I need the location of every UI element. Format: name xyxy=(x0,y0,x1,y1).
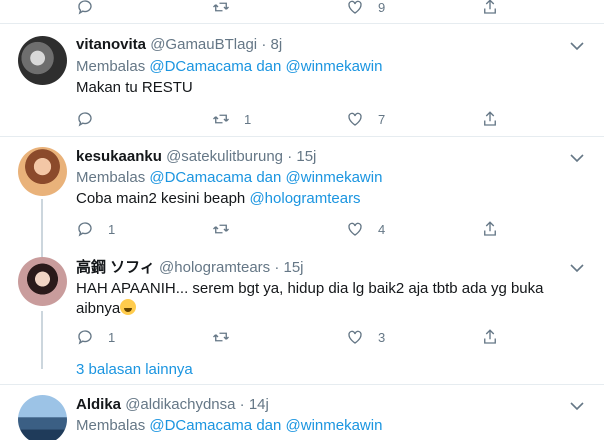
timestamp[interactable]: 8j xyxy=(270,36,282,53)
timestamp[interactable]: 15j xyxy=(284,259,304,276)
heart-icon xyxy=(348,0,362,14)
share-button[interactable] xyxy=(481,0,499,18)
share-icon xyxy=(484,329,496,344)
tweet-actions: 1 4 xyxy=(76,218,516,242)
tweet-header: vitanovita @GamauBTlagi · 8j xyxy=(76,35,282,55)
reply-and: dan xyxy=(256,58,282,75)
avatar[interactable] xyxy=(18,36,67,85)
reply-count: 1 xyxy=(108,221,116,237)
reply-icon xyxy=(78,0,92,15)
reply-button[interactable]: 1 xyxy=(76,218,115,240)
tweet-text: Makan tu RESTU xyxy=(76,79,193,96)
reply-and: dan xyxy=(256,417,282,434)
reply-icon xyxy=(78,330,92,345)
like-count: 9 xyxy=(378,0,386,15)
tweet-header: kesukaanku @satekulitburung · 15j xyxy=(76,147,316,167)
user-name[interactable]: kesukaanku xyxy=(76,148,162,165)
user-name[interactable]: Aldika xyxy=(76,396,121,413)
avatar[interactable] xyxy=(18,395,67,440)
tweet-text: Coba main2 kesini beaph @hologramtears xyxy=(76,189,566,209)
retweet-button[interactable]: 1 xyxy=(212,108,251,130)
avatar[interactable] xyxy=(18,147,67,196)
retweet-icon xyxy=(213,224,229,234)
separator-dot: · xyxy=(274,259,280,276)
reply-and: dan xyxy=(256,169,282,186)
retweet-button[interactable] xyxy=(212,0,230,18)
reply-button[interactable] xyxy=(76,0,94,18)
like-count: 7 xyxy=(378,111,386,127)
tweet-header: Aldika @aldikachydnsa · 14j xyxy=(76,395,269,415)
timestamp[interactable]: 14j xyxy=(249,396,269,413)
share-icon xyxy=(484,0,496,14)
mention-link[interactable]: @winmekawin xyxy=(286,417,383,434)
replying-to: Membalas @DCamacama dan @winmekawin xyxy=(76,57,382,77)
user-name[interactable]: 高鋼 ソフィ xyxy=(76,259,155,276)
user-handle[interactable]: @aldikachydnsa xyxy=(125,396,235,413)
heart-icon xyxy=(348,330,362,344)
chevron-down-icon[interactable] xyxy=(570,401,584,411)
share-button[interactable] xyxy=(481,218,499,240)
tweet-actions: 1 7 xyxy=(76,108,516,132)
tweet-header: 高鋼 ソフィ @hologramtears · 15j xyxy=(76,258,304,278)
reply-button[interactable] xyxy=(76,108,108,130)
like-button[interactable]: 3 xyxy=(346,326,385,348)
retweet-button[interactable] xyxy=(212,218,244,240)
crying-face-emoji xyxy=(120,299,137,315)
heart-icon xyxy=(348,112,362,126)
user-handle[interactable]: @GamauBTlagi xyxy=(150,36,257,53)
show-more-replies-link[interactable]: 3 balasan lainnya xyxy=(76,361,193,378)
like-count: 4 xyxy=(378,221,386,237)
replying-to: Membalas @DCamacama dan @winmekawin xyxy=(76,168,382,188)
like-button[interactable]: 9 xyxy=(346,0,385,18)
mention-link[interactable]: @DCamacama xyxy=(149,58,252,75)
tweet-text: HAH APAANIH... serem bgt ya, hidup dia l… xyxy=(76,279,562,319)
user-name[interactable]: vitanovita xyxy=(76,36,146,53)
like-count: 3 xyxy=(378,329,386,345)
replying-to-label: Membalas xyxy=(76,169,146,186)
replying-to-label: Membalas xyxy=(76,417,146,434)
reply-icon xyxy=(78,112,92,127)
user-handle[interactable]: @satekulitburung xyxy=(166,148,283,165)
tweet[interactable]: kesukaanku @satekulitburung · 15j Membal… xyxy=(0,137,604,257)
tweet-text-body: Coba main2 kesini beaph xyxy=(76,190,246,207)
tweet-actions: 1 3 xyxy=(76,326,516,350)
retweet-button[interactable] xyxy=(212,326,244,348)
retweet-icon xyxy=(213,2,229,12)
mention-link[interactable]: @DCamacama xyxy=(149,417,252,434)
separator-dot: · xyxy=(287,148,293,165)
mention-link[interactable]: @DCamacama xyxy=(149,169,252,186)
heart-icon xyxy=(348,222,362,236)
replying-to: Membalas @DCamacama dan @winmekawin xyxy=(76,416,382,436)
mention-link[interactable]: @hologramtears xyxy=(249,190,360,207)
share-icon xyxy=(484,221,496,236)
tweet[interactable]: vitanovita @GamauBTlagi · 8j Membalas @D… xyxy=(0,25,604,135)
retweet-icon xyxy=(213,114,229,124)
tweet[interactable]: Aldika @aldikachydnsa · 14j Membalas @DC… xyxy=(0,385,604,440)
like-button[interactable]: 4 xyxy=(346,218,385,240)
chevron-down-icon[interactable] xyxy=(570,41,584,51)
timestamp[interactable]: 15j xyxy=(296,148,316,165)
thread-dots xyxy=(41,359,43,365)
chevron-down-icon[interactable] xyxy=(570,153,584,163)
reply-button[interactable]: 1 xyxy=(76,326,115,348)
retweet-count: 1 xyxy=(244,111,252,127)
share-button[interactable] xyxy=(481,108,499,130)
share-icon xyxy=(484,111,496,126)
mention-link[interactable]: @winmekawin xyxy=(286,58,383,75)
replying-to-label: Membalas xyxy=(76,58,146,75)
mention-link[interactable]: @winmekawin xyxy=(286,169,383,186)
previous-tweet-actions: 9 xyxy=(0,0,604,24)
tweet-text-body: HAH APAANIH... serem bgt ya, hidup dia l… xyxy=(76,280,544,317)
separator-dot: · xyxy=(261,36,267,53)
separator-dot: · xyxy=(239,396,245,413)
like-button[interactable]: 7 xyxy=(346,108,385,130)
chevron-down-icon[interactable] xyxy=(570,263,584,273)
reply-icon xyxy=(78,222,92,237)
share-button[interactable] xyxy=(481,326,499,348)
avatar[interactable] xyxy=(18,257,67,306)
tweet[interactable]: 高鋼 ソフィ @hologramtears · 15j HAH APAANIH.… xyxy=(0,249,604,384)
retweet-icon xyxy=(213,332,229,342)
reply-count: 1 xyxy=(108,329,116,345)
user-handle[interactable]: @hologramtears xyxy=(159,259,270,276)
